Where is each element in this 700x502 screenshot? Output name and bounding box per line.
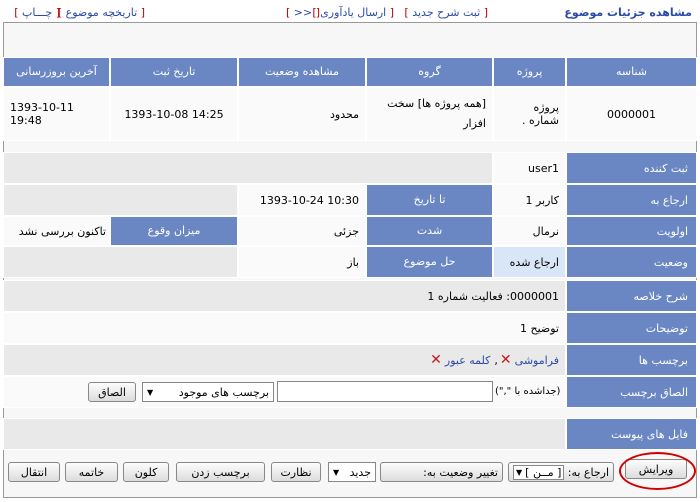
new-desc-link[interactable]: [ ثبت شرح جدید ] — [404, 6, 488, 19]
status-select[interactable]: جدید ▼ — [328, 462, 376, 482]
remove-tag-icon[interactable]: ✕ — [430, 352, 442, 368]
dropdown-arrow-icon: ▼ — [516, 467, 523, 477]
assign-select-label: [ مــن ] — [525, 465, 562, 479]
attached-files-label: فایل های پیوست — [566, 418, 697, 450]
until-value: 1393-10-24 10:30 — [238, 184, 366, 216]
page-title: مشاهده جزئیات موضوع — [564, 6, 692, 19]
status-select-label: جدید — [349, 465, 371, 479]
reproducibility-label: میزان وقوع — [110, 216, 238, 246]
tags-row: فراموشی ✕ , کلمه عبور ✕ — [3, 344, 566, 376]
col-date-submitted-header: تاریخ ثبت — [110, 57, 238, 87]
assign-button[interactable]: ارجاع به: [ مــن ] ▼ — [508, 462, 614, 482]
description-label: توضیحات — [566, 312, 697, 344]
summary-label: شرح خلاصه — [566, 280, 697, 312]
existing-tags-select-label: برچسب های موجود — [178, 385, 269, 399]
history-link[interactable]: [ تاریخچه موضوع ] — [58, 6, 145, 19]
col-project-header: پروژه — [493, 57, 566, 87]
change-status-button[interactable]: تغییر وضعیت به: — [380, 462, 503, 482]
tag-button[interactable]: برچسب زدن — [176, 462, 265, 482]
cell-project: پروژه شماره . — [493, 87, 566, 141]
tags-label: برچسب ها — [566, 344, 697, 376]
dropdown-arrow-icon: ▼ — [333, 467, 340, 477]
resolution-label: حل موضوع — [366, 246, 493, 278]
priority-label: اولویت — [566, 216, 697, 246]
severity-label: شدت — [366, 216, 493, 246]
col-last-update-header: آخرین بروزرسانی — [3, 57, 110, 87]
status-empty — [3, 246, 238, 278]
cell-id: 0000001 — [566, 87, 697, 141]
attach-tag-label: الصاق برچسب — [566, 376, 697, 408]
assigned-label: ارجاع به — [566, 184, 697, 216]
status-value: ارجاع شده — [493, 246, 566, 278]
reproducibility-value: تاکنون بررسی نشد — [3, 216, 110, 246]
until-label: تا تاریخ — [366, 184, 493, 216]
monitor-button[interactable]: نظارت — [271, 462, 321, 482]
print-link[interactable]: [ چـــاپ ] — [14, 6, 60, 19]
assign-select[interactable]: [ مــن ] ▼ — [513, 464, 565, 480]
cell-category: [همه پروژه ها] سخت افزار — [366, 87, 493, 141]
change-status-label: تغییر وضعیت به: — [423, 465, 498, 479]
tag-link-2[interactable]: کلمه عبور — [445, 354, 491, 367]
priority-value: نرمال — [493, 216, 566, 246]
highlight-circle — [619, 452, 696, 490]
severity-value: جزئی — [238, 216, 366, 246]
cell-last-update: 1393-10-11 19:48 — [3, 87, 110, 141]
assigned-value: کاربر 1 — [493, 184, 566, 216]
top-toolbar: مشاهده جزئیات موضوع [ ثبت شرح جدید ] [ ا… — [0, 0, 700, 22]
col-id-header: شناسه — [566, 57, 697, 87]
move-button[interactable]: انتقال — [8, 462, 60, 482]
summary-value: 0000001: فعالیت شماره 1 — [3, 280, 566, 312]
status-label: وضعیت — [566, 246, 697, 278]
close-issue-button[interactable]: خاتمه — [65, 462, 118, 482]
cell-date-submitted: 1393-10-08 14:25 — [110, 87, 238, 141]
resolution-value: باز — [238, 246, 366, 278]
existing-tags-select[interactable]: برچسب های موجود ▼ — [142, 382, 274, 402]
reporter-value: user1 — [493, 152, 566, 184]
cell-view-status: محدود — [238, 87, 366, 141]
remove-tag-icon[interactable]: ✕ — [500, 352, 512, 368]
reporter-empty — [3, 152, 493, 184]
assign-button-label: ارجاع به: — [567, 465, 609, 479]
files-empty — [3, 418, 566, 450]
tag-hint: (جداشده با ",") — [495, 386, 561, 397]
tag-input[interactable] — [277, 381, 493, 402]
col-category-header: گروه — [366, 57, 493, 87]
dropdown-arrow-icon: ▼ — [147, 387, 154, 397]
next-link[interactable]: [ << ] — [286, 6, 320, 19]
description-value: توضیح 1 — [3, 312, 566, 344]
col-view-status-header: مشاهده وضعیت — [238, 57, 366, 87]
tag-link-1[interactable]: فراموشی — [515, 354, 559, 367]
reporter-label: ثبت کننده — [566, 152, 697, 184]
attach-tag-button[interactable]: الصاق — [88, 382, 136, 402]
assigned-empty — [3, 184, 238, 216]
clone-button[interactable]: کلون — [123, 462, 169, 482]
send-reminder-link[interactable]: [ ارسال یادآوری ] — [312, 6, 394, 19]
